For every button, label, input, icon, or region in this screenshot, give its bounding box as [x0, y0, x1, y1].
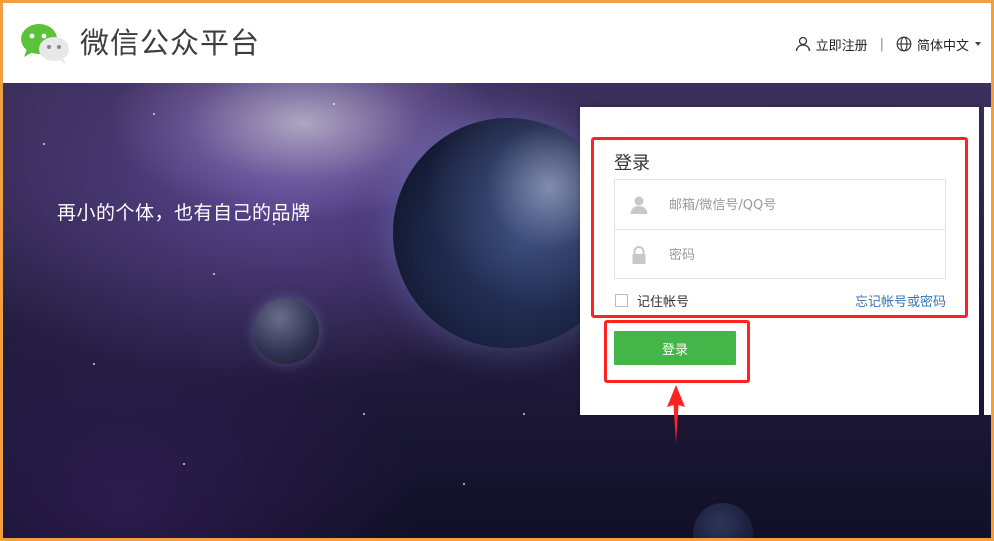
star [363, 413, 365, 415]
highlight-login-button [604, 320, 750, 383]
page-frame: 微信公众平台 立即注册 | 简体中文 再小的个体，也有自己的品牌 登录 邮箱/微… [3, 3, 991, 538]
header-actions: 立即注册 | 简体中文 [795, 33, 981, 55]
panel-edge [984, 107, 991, 415]
arrow-up-icon [667, 385, 685, 443]
small-planet-illustration [253, 298, 319, 364]
star [153, 113, 155, 115]
register-label: 立即注册 [815, 38, 868, 54]
brand-name[interactable]: 微信公众平台 [80, 23, 260, 63]
star [463, 483, 465, 485]
hero-slogan: 再小的个体，也有自己的品牌 [57, 202, 311, 224]
globe-icon [896, 36, 912, 52]
header-separator: | [879, 36, 884, 52]
distant-planet-illustration [693, 503, 753, 538]
language-label: 简体中文 [916, 38, 969, 54]
chevron-down-icon [975, 42, 981, 46]
star [523, 413, 525, 415]
highlight-login-form [591, 137, 968, 318]
star [333, 103, 335, 105]
wechat-logo-icon[interactable] [19, 21, 71, 65]
language-selector[interactable]: 简体中文 [896, 35, 981, 54]
star [213, 273, 215, 275]
star [93, 363, 95, 365]
top-header: 微信公众平台 立即注册 | 简体中文 [3, 3, 991, 83]
register-link[interactable]: 立即注册 [795, 35, 868, 54]
user-icon [795, 36, 810, 52]
star [43, 143, 45, 145]
star [183, 463, 185, 465]
